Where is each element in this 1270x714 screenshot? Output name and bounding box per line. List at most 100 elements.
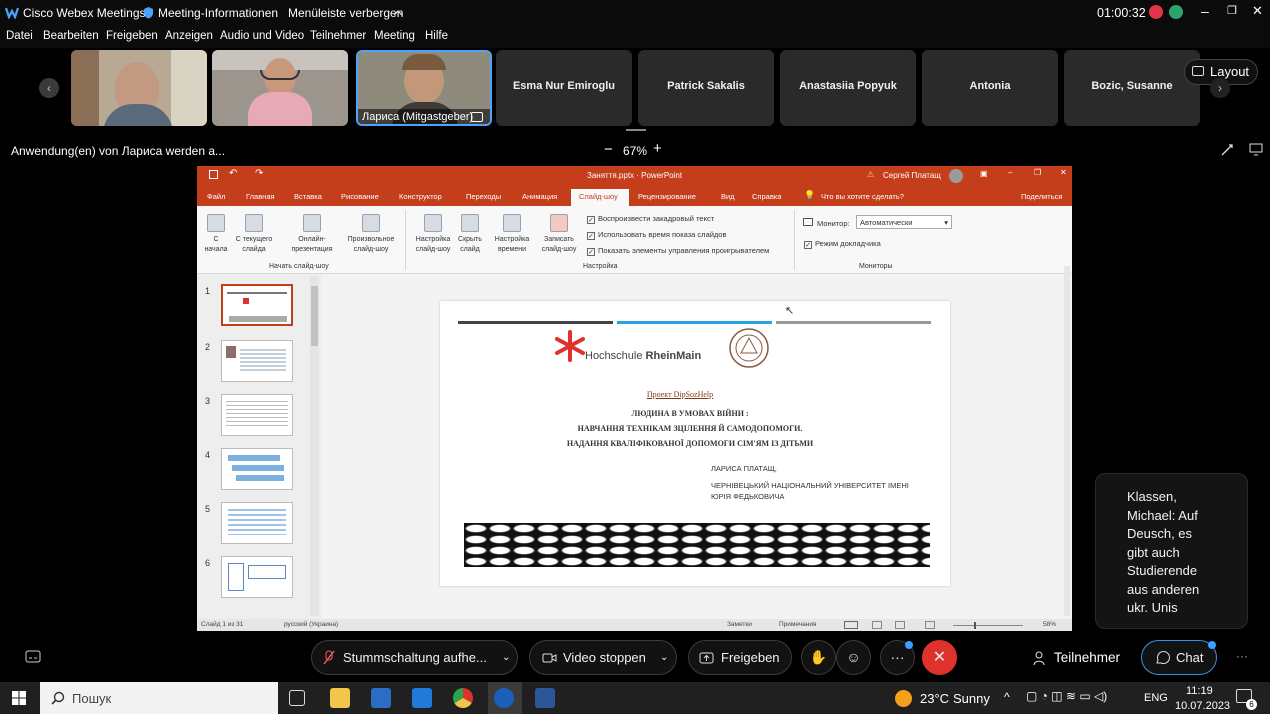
meeting-info-link[interactable]: Meeting-Informationen xyxy=(158,6,278,20)
annotate-icon[interactable] xyxy=(1220,143,1234,157)
presenter-view-checkbox[interactable]: ✓ Режим докладчика xyxy=(804,239,881,249)
comments-button[interactable]: Примечания xyxy=(779,621,817,628)
slideshow-view-icon[interactable] xyxy=(925,621,935,629)
participant-tile[interactable]: Antonia xyxy=(922,50,1058,126)
hide-menu-toggle[interactable]: Menüleiste verbergen xyxy=(288,6,403,20)
language-indicator[interactable]: русский (Украина) xyxy=(284,621,338,628)
tab-insert[interactable]: Вставка xyxy=(294,192,322,201)
play-narrations-checkbox[interactable]: ✓ Воспроизвести закадровый текст xyxy=(587,214,714,224)
menu-item-hilfe[interactable]: Hilfe xyxy=(425,30,448,42)
slide-thumbnail[interactable] xyxy=(221,340,293,382)
save-icon[interactable] xyxy=(209,170,218,179)
participant-tile[interactable]: Esma Nur Emiroglu xyxy=(496,50,632,126)
windows-start-icon[interactable] xyxy=(12,691,26,705)
slide-thumbnail[interactable] xyxy=(221,556,293,598)
clock-time[interactable]: 11:19 xyxy=(1186,685,1213,697)
redo-icon[interactable]: ↷ xyxy=(255,168,263,179)
project-link[interactable]: Проект DipSozHelp xyxy=(440,390,920,399)
leave-meeting-button[interactable]: ✕ xyxy=(922,640,957,675)
chevron-up-icon[interactable] xyxy=(393,9,403,16)
slide-thumbnail[interactable] xyxy=(221,502,293,544)
resize-handle[interactable] xyxy=(626,129,646,131)
monitor-icon[interactable] xyxy=(1249,143,1263,156)
reactions-button[interactable]: ☺ xyxy=(836,640,871,675)
unmute-button[interactable]: Stummschaltung aufhe... ⌄ xyxy=(311,640,518,675)
chevron-up-icon[interactable]: ^ xyxy=(1004,690,1010,704)
ribbon-display-icon[interactable]: ▣ xyxy=(980,169,988,178)
minimize-icon[interactable]: – xyxy=(1201,3,1209,19)
minimize-icon[interactable]: – xyxy=(1008,168,1012,177)
tab-file[interactable]: Файл xyxy=(207,192,225,201)
captions-icon[interactable] xyxy=(25,650,41,664)
participant-tile[interactable]: Bozic, Susanne xyxy=(1064,50,1200,126)
menu-item-anzeigen[interactable]: Anzeigen xyxy=(165,30,213,42)
avatar[interactable] xyxy=(949,169,963,183)
slide-thumbnail[interactable] xyxy=(221,394,293,436)
raise-hand-button[interactable]: ✋ xyxy=(801,640,836,675)
setup-slideshow-button[interactable]: Настройка слайд-шоу xyxy=(409,214,457,255)
chrome-icon[interactable] xyxy=(453,688,473,708)
notes-button[interactable]: Заметки xyxy=(727,621,752,628)
taskbar-search-box[interactable]: Пошук xyxy=(40,682,278,714)
undo-icon[interactable]: ↶ xyxy=(229,168,237,179)
avatar[interactable] xyxy=(1169,5,1183,19)
maximize-icon[interactable]: ❐ xyxy=(1227,4,1237,17)
chat-notification-popup[interactable]: Klassen, Michael: Auf Deusch, es gibt au… xyxy=(1095,473,1248,629)
monitor-select[interactable]: Автоматически ▾ xyxy=(856,215,952,229)
ppt-share-button[interactable]: Поделиться xyxy=(1021,192,1062,201)
menu-item-audio-video[interactable]: Audio und Video xyxy=(220,30,304,42)
participant-tile[interactable]: Anastasiia Popyuk xyxy=(780,50,916,126)
use-timings-checkbox[interactable]: ✓ Использовать время показа слайдов xyxy=(587,230,726,240)
tab-draw[interactable]: Рисование xyxy=(341,192,379,201)
normal-view-icon[interactable] xyxy=(844,621,858,629)
tab-animations[interactable]: Анимация xyxy=(522,192,557,201)
menu-item-datei[interactable]: Datei xyxy=(6,30,33,42)
menu-item-freigeben[interactable]: Freigeben xyxy=(106,30,158,42)
slide-thumbnail[interactable] xyxy=(221,284,293,326)
stop-video-button[interactable]: Video stoppen ⌄ xyxy=(529,640,677,675)
participant-tile[interactable]: Patrick Sakalis xyxy=(638,50,774,126)
tab-design[interactable]: Конструктор xyxy=(399,192,442,201)
close-icon[interactable]: ✕ xyxy=(1252,3,1263,19)
mail-icon[interactable] xyxy=(412,688,432,708)
chevron-down-icon[interactable]: ⌄ xyxy=(502,641,510,674)
menu-item-teilnehmer[interactable]: Teilnehmer xyxy=(310,30,366,42)
tab-help[interactable]: Справка xyxy=(752,192,781,201)
online-presentation-button[interactable]: Онлайн-презентация xyxy=(283,214,341,255)
show-media-controls-checkbox[interactable]: ✓ Показать элементы управления проигрыват… xyxy=(587,246,769,256)
file-explorer-icon[interactable] xyxy=(330,688,350,708)
record-slideshow-button[interactable]: Записать слайд-шоу xyxy=(535,214,583,255)
strip-next-button[interactable]: › xyxy=(1210,78,1230,98)
maximize-icon[interactable]: ❐ xyxy=(1034,168,1041,177)
input-language[interactable]: ENG xyxy=(1144,692,1168,704)
word-icon[interactable] xyxy=(535,688,555,708)
video-tile[interactable] xyxy=(212,50,348,126)
temperature[interactable]: 23°C xyxy=(920,691,949,706)
chat-button[interactable]: Chat xyxy=(1141,640,1217,675)
chevron-down-icon[interactable]: ⌄ xyxy=(660,641,668,674)
clock-date[interactable]: 10.07.2023 xyxy=(1175,700,1230,712)
zoom-out-button[interactable]: − xyxy=(604,141,613,158)
task-view-icon[interactable] xyxy=(289,690,305,706)
zoom-in-button[interactable]: + xyxy=(653,140,662,157)
hide-slide-button[interactable]: Скрыть слайд xyxy=(455,214,485,255)
rehearse-timings-button[interactable]: Настройка времени xyxy=(489,214,535,255)
tray-icons[interactable]: ▢ ◔ ◫ ≋ ▭ ◁) xyxy=(1026,689,1107,703)
from-current-button[interactable]: С текущего слайда xyxy=(231,214,277,255)
slide-thumbnail[interactable] xyxy=(221,448,293,490)
tell-me-search[interactable]: Что вы хотите сделать? xyxy=(821,192,904,201)
tab-transitions[interactable]: Переходы xyxy=(466,192,501,201)
store-icon[interactable] xyxy=(371,688,391,708)
ellipsis-icon[interactable]: ··· xyxy=(1236,649,1248,663)
tab-review[interactable]: Рецензирование xyxy=(638,192,696,201)
slide-scrollbar[interactable] xyxy=(1064,266,1070,616)
share-button[interactable]: Freigeben xyxy=(688,640,792,675)
close-icon[interactable]: ✕ xyxy=(1060,168,1067,177)
menu-item-bearbeiten[interactable]: Bearbeiten xyxy=(43,30,99,42)
video-tile-active-speaker[interactable]: Лариса (Mitgastgeber) xyxy=(356,50,492,126)
webex-icon[interactable] xyxy=(494,688,514,708)
weather-condition[interactable]: Sunny xyxy=(953,691,990,706)
zoom-slider[interactable] xyxy=(953,625,1023,626)
tab-view[interactable]: Вид xyxy=(721,192,735,201)
strip-prev-button[interactable]: ‹ xyxy=(39,78,59,98)
